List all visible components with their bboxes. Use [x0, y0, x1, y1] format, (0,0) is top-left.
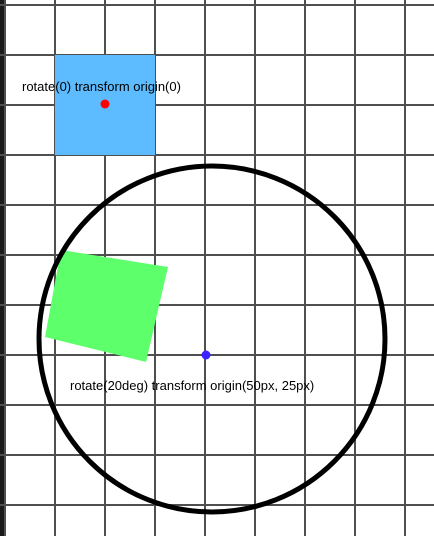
blue-box-label: rotate(0) transform origin(0)	[22, 79, 181, 94]
blue-origin-dot	[201, 350, 211, 360]
red-origin-dot	[100, 99, 110, 109]
green-box-label: rotate(20deg) transform origin(50px, 25p…	[70, 378, 315, 393]
diagram-canvas: rotate(0) transform origin(0) rotate(20d…	[0, 0, 434, 536]
green-box	[45, 250, 168, 362]
